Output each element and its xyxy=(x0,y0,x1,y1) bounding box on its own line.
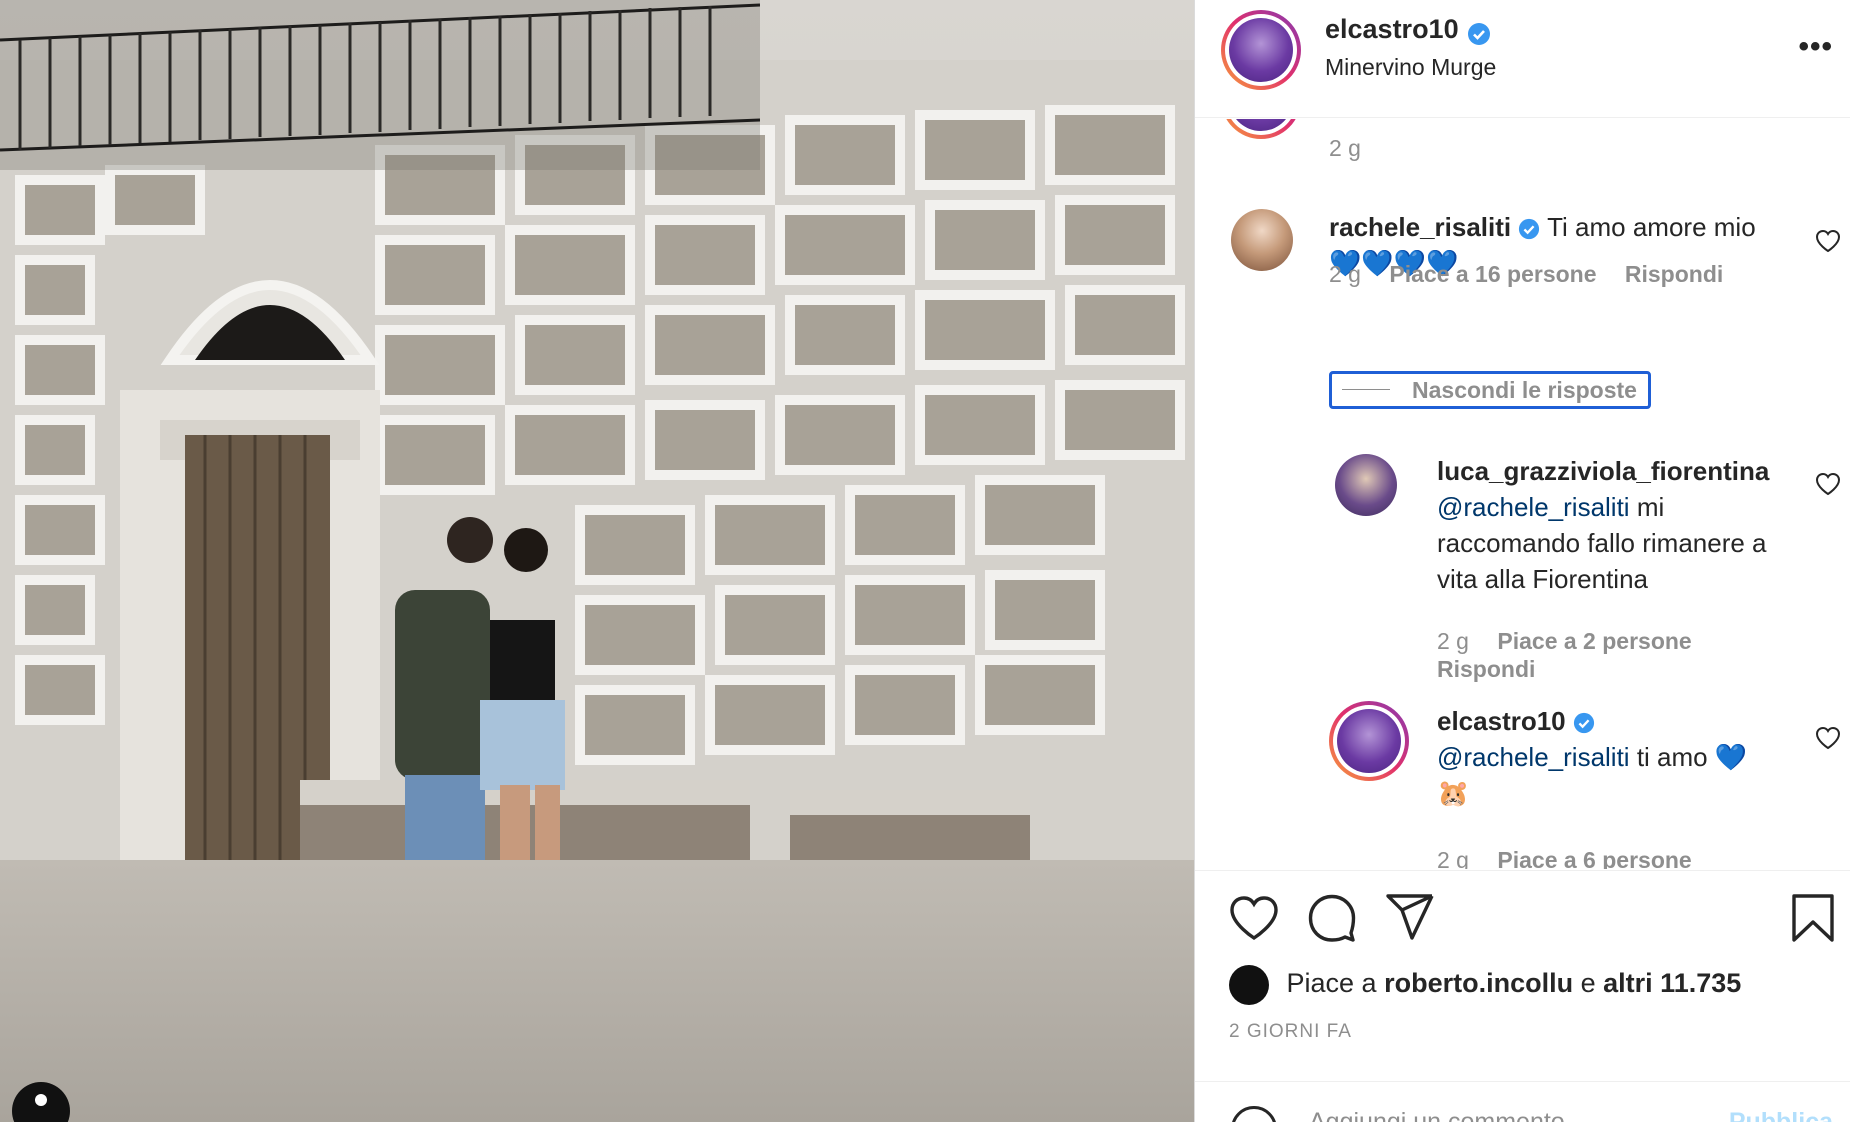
liker-avatar[interactable] xyxy=(1229,965,1269,1005)
comment-icon[interactable] xyxy=(1307,893,1357,943)
comment-time: 2 g xyxy=(1329,135,1361,161)
like-comment-icon[interactable] xyxy=(1815,472,1841,496)
add-comment-input[interactable]: Aggiungi un commento... xyxy=(1309,1108,1586,1122)
reply-meta: 2 g Piace a 6 persone xyxy=(1437,847,1692,869)
reply-likes[interactable]: Piace a 6 persone xyxy=(1497,847,1691,869)
comment-meta: 2 g Piace a 16 persone Rispondi xyxy=(1329,261,1723,288)
likes-mid: e xyxy=(1580,968,1596,999)
reply-mention[interactable]: @rachele_risaliti xyxy=(1437,492,1630,522)
comment-username[interactable]: rachele_risaliti xyxy=(1329,212,1511,242)
comment-time: 2 g xyxy=(1329,261,1361,287)
more-options-icon[interactable]: ••• xyxy=(1798,30,1833,64)
likes-count[interactable]: altri 11.735 xyxy=(1603,968,1741,998)
like-comment-icon[interactable] xyxy=(1815,229,1841,253)
avatar[interactable] xyxy=(1335,454,1397,516)
post-header: elcastro10 Minervino Murge ••• xyxy=(1195,0,1850,118)
stone-wall xyxy=(0,60,1194,860)
reply-username[interactable]: elcastro10 xyxy=(1437,706,1566,736)
reply-time: 2 g xyxy=(1437,628,1469,654)
hide-replies-button[interactable]: Nascondi le risposte xyxy=(1329,371,1651,409)
comment-likes[interactable]: Piace a 16 persone xyxy=(1389,261,1596,287)
reply-button[interactable]: Rispondi xyxy=(1625,261,1723,287)
share-icon[interactable] xyxy=(1385,893,1435,941)
reply-username[interactable]: luca_grazziviola_fiorentina xyxy=(1437,453,1807,489)
comments-list[interactable]: 2 g rachele_risaliti Ti amo amore mio💙💙💙… xyxy=(1195,119,1850,869)
publish-button[interactable]: Pubblica xyxy=(1729,1108,1833,1122)
add-comment-bar: Aggiungi un commento... Pubblica xyxy=(1195,1081,1850,1122)
reply-time: 2 g xyxy=(1437,847,1469,869)
reply-button[interactable]: Rispondi xyxy=(1437,656,1535,682)
heart-icon[interactable] xyxy=(1229,895,1279,941)
verified-badge-icon xyxy=(1519,219,1540,240)
bookmark-icon[interactable] xyxy=(1791,893,1835,943)
likes-summary[interactable]: Piace a roberto.incollu e altri 11.735 xyxy=(1229,965,1741,1005)
reply-body: ti amo 💙 xyxy=(1636,742,1748,772)
like-comment-icon[interactable] xyxy=(1815,726,1841,750)
reply-text: luca_grazziviola_fiorentina @rachele_ris… xyxy=(1437,453,1807,597)
author-username[interactable]: elcastro10 xyxy=(1325,14,1459,44)
avatar[interactable] xyxy=(1231,209,1293,271)
likes-user[interactable]: roberto.incollu xyxy=(1384,968,1573,998)
post-side-panel: elcastro10 Minervino Murge ••• 2 g rache… xyxy=(1194,0,1850,1122)
balcony-railing xyxy=(0,0,760,170)
tagged-user-icon[interactable] xyxy=(12,1082,70,1122)
likes-prefix: Piace a xyxy=(1286,968,1377,999)
reply-emoji: 🐹 xyxy=(1437,778,1470,808)
avatar[interactable] xyxy=(1221,119,1301,139)
avatar[interactable] xyxy=(1329,701,1409,781)
author-avatar[interactable] xyxy=(1221,10,1301,90)
verified-badge-icon xyxy=(1468,22,1491,45)
reply-likes[interactable]: Piace a 2 persone xyxy=(1497,628,1691,654)
emoji-icon[interactable] xyxy=(1231,1106,1277,1122)
post-location[interactable]: Minervino Murge xyxy=(1325,54,1496,81)
post-timestamp[interactable]: 2 GIORNI FA xyxy=(1229,1021,1352,1043)
reply-text: elcastro10 @rachele_risaliti ti amo 💙 🐹 xyxy=(1437,703,1807,811)
reply-mention[interactable]: @rachele_risaliti xyxy=(1437,742,1630,772)
verified-badge-icon xyxy=(1573,713,1594,734)
reply-meta: 2 g Piace a 2 persone Rispondi xyxy=(1437,627,1757,683)
post-actions: Piace a roberto.incollu e altri 11.735 2… xyxy=(1195,870,1850,1122)
post-photo[interactable] xyxy=(0,0,1194,1122)
